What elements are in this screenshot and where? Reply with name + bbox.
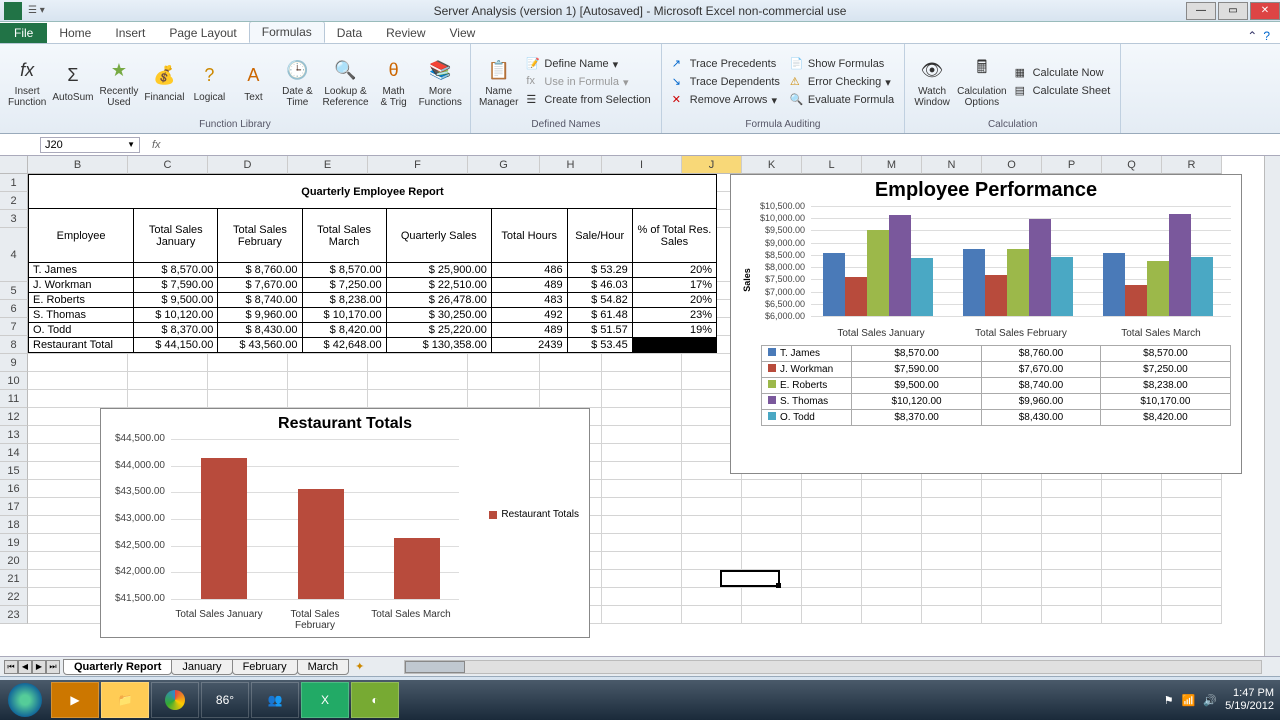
- taskbar-explorer[interactable]: 📁: [101, 682, 149, 718]
- start-button[interactable]: [0, 681, 50, 719]
- autosum-button[interactable]: ΣAutoSum: [52, 62, 93, 103]
- taskbar-excel[interactable]: X: [301, 682, 349, 718]
- lookup-button[interactable]: 🔍Lookup & Reference: [322, 56, 368, 108]
- fx-icon[interactable]: fx: [152, 139, 161, 151]
- tab-home[interactable]: Home: [47, 23, 103, 43]
- sheet-area[interactable]: BCDEFGHIJKLMNOPQR 1234567891011121314151…: [0, 156, 1280, 656]
- sheet-tab[interactable]: January: [171, 659, 232, 675]
- tab-insert[interactable]: Insert: [103, 23, 157, 43]
- column-headers[interactable]: BCDEFGHIJKLMNOPQR: [28, 156, 1222, 174]
- create-from-selection-button[interactable]: ☰Create from Selection: [524, 92, 652, 108]
- chart-legend-table: T. James$8,570.00$8,760.00$8,570.00J. Wo…: [761, 345, 1231, 426]
- more-functions-button[interactable]: 📚More Functions: [419, 56, 462, 108]
- system-tray[interactable]: ⚑ 📶 🔊 1:47 PM5/19/2012: [1164, 687, 1280, 713]
- error-checking-button[interactable]: ⚠Error Checking ▾: [788, 74, 896, 90]
- file-tab[interactable]: File: [0, 23, 47, 43]
- title-bar: ☰ ▾ Server Analysis (version 1) [Autosav…: [0, 0, 1280, 22]
- sheet-tab-bar: ⏮ ◀ ▶ ⏭ Quarterly ReportJanuaryFebruaryM…: [0, 656, 1280, 676]
- maximize-button[interactable]: ▭: [1218, 2, 1248, 20]
- taskbar-app2[interactable]: ◐: [351, 682, 399, 718]
- tab-pagelayout[interactable]: Page Layout: [157, 23, 248, 43]
- insert-function-button[interactable]: fxInsert Function: [8, 56, 46, 108]
- employee-table: Quarterly Employee Report EmployeeTotal …: [28, 174, 717, 353]
- windows-taskbar: ▶ 📁 86° 👥 X ◐ ⚑ 📶 🔊 1:47 PM5/19/2012: [0, 680, 1280, 720]
- define-name-button[interactable]: 📝Define Name ▾: [524, 56, 652, 72]
- vertical-scrollbar[interactable]: [1264, 156, 1280, 656]
- tray-flag-icon[interactable]: ⚑: [1164, 694, 1174, 707]
- employee-performance-chart[interactable]: Employee Performance Sales $10,500.00$10…: [730, 174, 1242, 474]
- sheet-tab[interactable]: March: [297, 659, 350, 675]
- watch-window-button[interactable]: 👁Watch Window: [913, 56, 951, 108]
- trace-dependents-button[interactable]: ↘Trace Dependents: [670, 74, 782, 90]
- last-sheet-button[interactable]: ⏭: [46, 660, 60, 674]
- taskbar-clock[interactable]: 1:47 PM5/19/2012: [1225, 687, 1274, 713]
- calculate-now-button[interactable]: ▦Calculate Now: [1013, 65, 1113, 81]
- table-title: Quarterly Employee Report: [29, 175, 717, 209]
- ribbon: fxInsert Function ΣAutoSum ★Recently Use…: [0, 44, 1280, 134]
- text-button[interactable]: AText: [234, 62, 272, 103]
- tab-view[interactable]: View: [438, 23, 488, 43]
- calculation-label: Calculation: [913, 117, 1112, 130]
- minimize-button[interactable]: —: [1186, 2, 1216, 20]
- select-all-corner[interactable]: [0, 156, 28, 174]
- new-sheet-button[interactable]: ✦: [355, 660, 364, 673]
- trace-precedents-button[interactable]: ↗Trace Precedents: [670, 56, 782, 72]
- defined-names-label: Defined Names: [479, 117, 653, 130]
- financial-button[interactable]: 💰Financial: [144, 62, 184, 103]
- tab-data[interactable]: Data: [325, 23, 374, 43]
- recently-used-button[interactable]: ★Recently Used: [100, 56, 139, 108]
- next-sheet-button[interactable]: ▶: [32, 660, 46, 674]
- window-title: Server Analysis (version 1) [Autosaved] …: [434, 4, 847, 18]
- taskbar-media-player[interactable]: ▶: [51, 682, 99, 718]
- name-box[interactable]: J20▼: [40, 137, 140, 153]
- taskbar-weather[interactable]: 86°: [201, 682, 249, 718]
- close-button[interactable]: ✕: [1250, 2, 1280, 20]
- math-button[interactable]: θMath & Trig: [375, 56, 413, 108]
- tray-network-icon[interactable]: 📶: [1182, 694, 1196, 707]
- name-manager-button[interactable]: 📋Name Manager: [479, 56, 518, 108]
- taskbar-app1[interactable]: 👥: [251, 682, 299, 718]
- calculation-options-button[interactable]: 🖩Calculation Options: [957, 56, 1006, 108]
- prev-sheet-button[interactable]: ◀: [18, 660, 32, 674]
- calculate-sheet-button[interactable]: ▤Calculate Sheet: [1013, 83, 1113, 99]
- ribbon-tabs: File Home Insert Page Layout Formulas Da…: [0, 22, 1280, 44]
- excel-icon: [4, 2, 22, 20]
- remove-arrows-button[interactable]: ✕Remove Arrows ▾: [670, 92, 782, 108]
- minimize-ribbon-icon[interactable]: ⌃: [1247, 29, 1257, 43]
- sheet-tab[interactable]: February: [232, 659, 298, 675]
- tray-volume-icon[interactable]: 🔊: [1203, 694, 1217, 707]
- tab-formulas[interactable]: Formulas: [249, 21, 325, 43]
- function-library-label: Function Library: [8, 117, 462, 130]
- formula-input[interactable]: [167, 137, 1280, 153]
- horizontal-scrollbar[interactable]: [404, 660, 1262, 674]
- tab-review[interactable]: Review: [374, 23, 437, 43]
- formula-auditing-label: Formula Auditing: [670, 117, 896, 130]
- help-icon[interactable]: ?: [1263, 29, 1270, 43]
- show-formulas-button[interactable]: 📄Show Formulas: [788, 56, 896, 72]
- first-sheet-button[interactable]: ⏮: [4, 660, 18, 674]
- use-in-formula-button[interactable]: fxUse in Formula ▾: [524, 74, 652, 90]
- taskbar-chrome[interactable]: [151, 682, 199, 718]
- logical-button[interactable]: ?Logical: [190, 62, 228, 103]
- restaurant-totals-chart[interactable]: Restaurant Totals $44,500.00$44,000.00$4…: [100, 408, 590, 638]
- row-headers[interactable]: 1234567891011121314151617181920212223: [0, 174, 28, 624]
- datetime-button[interactable]: 🕒Date & Time: [278, 56, 316, 108]
- evaluate-formula-button[interactable]: 🔍Evaluate Formula: [788, 92, 896, 108]
- sheet-tab[interactable]: Quarterly Report: [63, 659, 172, 675]
- formula-bar: J20▼ fx: [0, 134, 1280, 156]
- active-cell[interactable]: [720, 570, 780, 587]
